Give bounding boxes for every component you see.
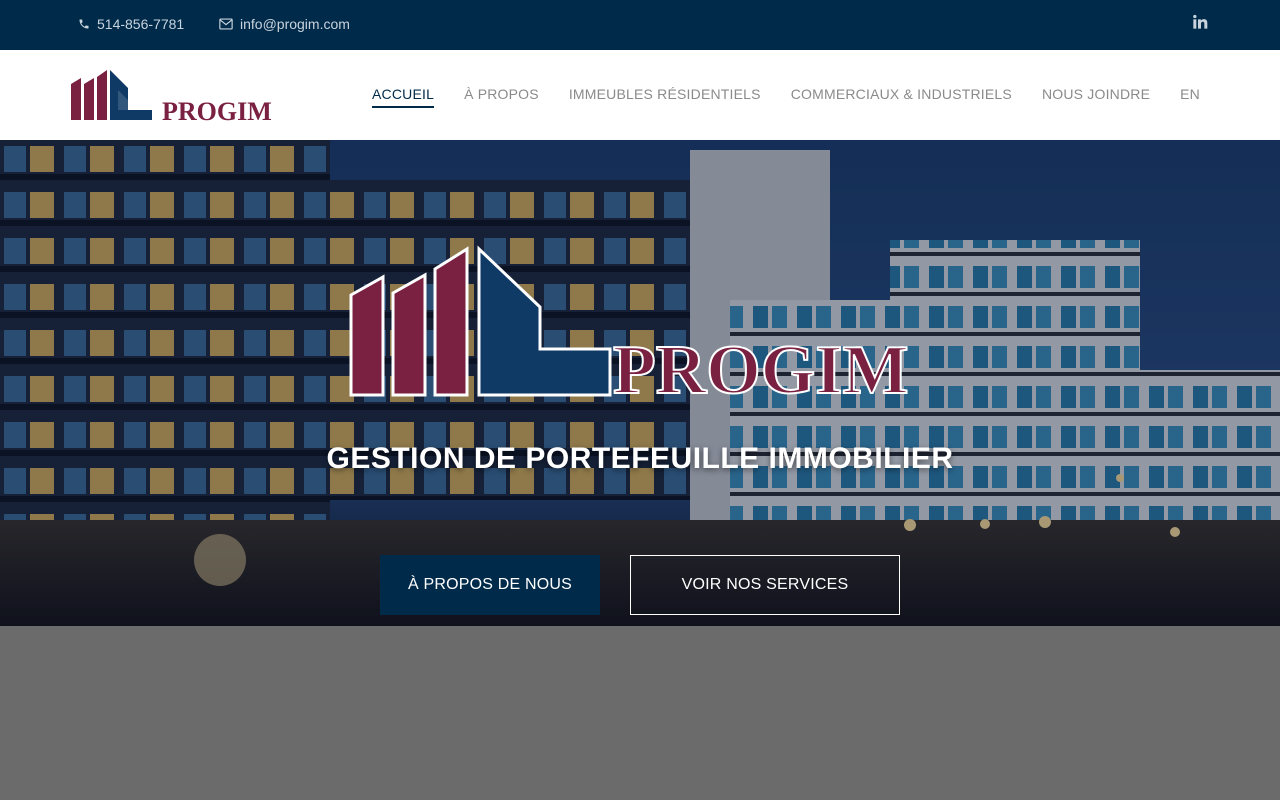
hero-logo-wordmark: PROGIM bbox=[613, 332, 909, 405]
primary-nav: ACCUEIL À PROPOS IMMEUBLES RÉSIDENTIELS … bbox=[371, 86, 1200, 108]
hero-title: GESTION DE PORTEFEUILLE IMMOBILIER bbox=[326, 442, 954, 475]
hero-progim-logo: PROGIM bbox=[349, 245, 910, 405]
top-contact-bar: 514-856-7781 info@progim.com bbox=[0, 0, 1280, 50]
nav-item-nous-joindre[interactable]: NOUS JOINDRE bbox=[1042, 86, 1150, 108]
page-content-area bbox=[0, 626, 1280, 800]
phone-icon bbox=[78, 18, 90, 30]
phone-number: 514-856-7781 bbox=[97, 16, 185, 32]
envelope-icon bbox=[219, 18, 233, 30]
nav-item-language-en[interactable]: EN bbox=[1180, 86, 1200, 108]
main-navbar: PROGIM ACCUEIL À PROPOS IMMEUBLES RÉSIDE… bbox=[0, 50, 1280, 140]
email-contact[interactable]: info@progim.com bbox=[219, 16, 350, 32]
nav-item-immeubles-residentiels[interactable]: IMMEUBLES RÉSIDENTIELS bbox=[569, 86, 761, 108]
logo-wordmark: PROGIM bbox=[162, 97, 272, 124]
nav-item-commerciaux-industriels[interactable]: COMMERCIAUX & INDUSTRIELS bbox=[791, 86, 1012, 108]
linkedin-icon[interactable] bbox=[1192, 14, 1208, 30]
view-services-button[interactable]: VOIR NOS SERVICES bbox=[630, 555, 900, 615]
nav-item-accueil[interactable]: ACCUEIL bbox=[371, 86, 435, 108]
progim-logo[interactable]: PROGIM bbox=[70, 68, 280, 126]
about-us-button[interactable]: À PROPOS DE NOUS bbox=[380, 555, 600, 615]
email-address: info@progim.com bbox=[240, 16, 350, 32]
hero-banner: PROGIM GESTION DE PORTEFEUILLE IMMOBILIE… bbox=[0, 140, 1280, 626]
nav-item-a-propos[interactable]: À PROPOS bbox=[464, 86, 539, 108]
phone-contact[interactable]: 514-856-7781 bbox=[78, 16, 184, 32]
